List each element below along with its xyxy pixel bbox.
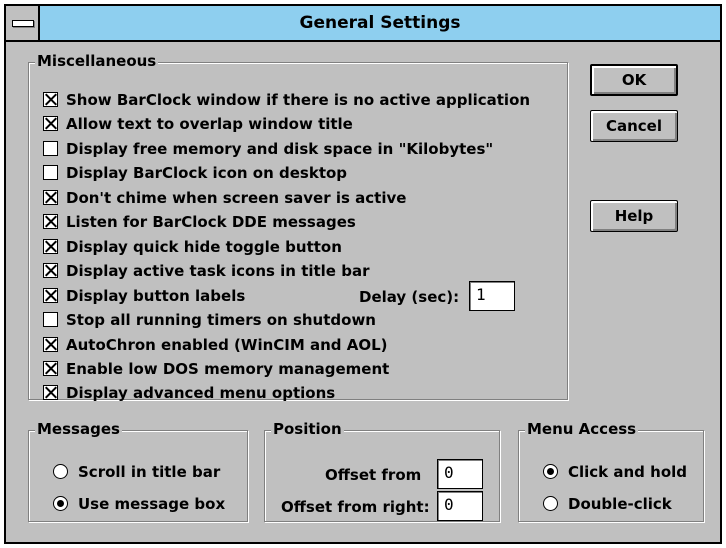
- option-button-labels[interactable]: Display button labels: [43, 287, 245, 309]
- messages-label: Messages: [35, 420, 122, 438]
- radio-button[interactable]: [543, 464, 558, 479]
- checkbox[interactable]: [43, 312, 58, 327]
- ok-button[interactable]: OK: [590, 64, 678, 96]
- title-bar: General Settings: [6, 6, 720, 42]
- checkbox[interactable]: [43, 385, 58, 400]
- delay-label: Delay (sec):: [359, 288, 460, 306]
- checkbox[interactable]: [43, 190, 58, 205]
- general-settings-dialog: General Settings Miscellaneous Show BarC…: [4, 4, 722, 544]
- radio-button[interactable]: [543, 496, 558, 511]
- option-show-barclock-window[interactable]: Show BarClock window if there is no acti…: [43, 91, 530, 113]
- cancel-button[interactable]: Cancel: [590, 110, 678, 142]
- option-advanced-menu[interactable]: Display advanced menu options: [43, 384, 335, 406]
- option-autochron[interactable]: AutoChron enabled (WinCIM and AOL): [43, 336, 388, 358]
- option-display-free-memory[interactable]: Display free memory and disk space in "K…: [43, 140, 493, 162]
- offset-from-label: Offset from: [325, 466, 422, 484]
- position-label: Position: [271, 420, 344, 438]
- radio-use-message-box[interactable]: Use message box: [53, 495, 225, 513]
- option-dont-chime[interactable]: Don't chime when screen saver is active: [43, 189, 406, 211]
- messages-group: Messages Scroll in title bar Use message…: [28, 420, 248, 522]
- radio-button[interactable]: [53, 496, 68, 511]
- checkbox[interactable]: [43, 92, 58, 107]
- radio-button[interactable]: [53, 464, 68, 479]
- radio-scroll-in-title-bar[interactable]: Scroll in title bar: [53, 463, 220, 481]
- checkbox[interactable]: [43, 116, 58, 131]
- miscellaneous-label: Miscellaneous: [35, 52, 159, 70]
- offset-from-right-label: Offset from right:: [281, 498, 430, 516]
- checkbox[interactable]: [43, 239, 58, 254]
- checkbox[interactable]: [43, 361, 58, 376]
- checkbox[interactable]: [43, 337, 58, 352]
- radio-double-click[interactable]: Double-click: [543, 495, 672, 513]
- radio-click-and-hold[interactable]: Click and hold: [543, 463, 687, 481]
- miscellaneous-group: Miscellaneous Show BarClock window if th…: [28, 52, 568, 402]
- option-display-barclock-icon[interactable]: Display BarClock icon on desktop: [43, 164, 347, 186]
- checkbox[interactable]: [43, 263, 58, 278]
- menu-access-label: Menu Access: [525, 420, 639, 438]
- delay-input[interactable]: 1: [469, 281, 515, 311]
- system-menu-icon[interactable]: [6, 6, 40, 40]
- option-quick-hide-toggle[interactable]: Display quick hide toggle button: [43, 238, 342, 260]
- option-allow-text-overlap[interactable]: Allow text to overlap window title: [43, 115, 353, 137]
- option-low-dos-memory[interactable]: Enable low DOS memory management: [43, 360, 389, 382]
- help-button[interactable]: Help: [590, 200, 678, 232]
- checkbox[interactable]: [43, 165, 58, 180]
- offset-from-input[interactable]: 0: [437, 459, 483, 489]
- window-title: General Settings: [299, 13, 461, 33]
- option-listen-dde[interactable]: Listen for BarClock DDE messages: [43, 213, 356, 235]
- menu-access-group: Menu Access Click and hold Double-click: [518, 420, 704, 522]
- checkbox[interactable]: [43, 288, 58, 303]
- checkbox[interactable]: [43, 141, 58, 156]
- offset-from-right-input[interactable]: 0: [437, 491, 483, 521]
- position-group: Position Offset from 0 Offset from right…: [264, 420, 500, 522]
- option-stop-timers[interactable]: Stop all running timers on shutdown: [43, 311, 376, 333]
- option-task-icons[interactable]: Display active task icons in title bar: [43, 262, 369, 284]
- checkbox[interactable]: [43, 214, 58, 229]
